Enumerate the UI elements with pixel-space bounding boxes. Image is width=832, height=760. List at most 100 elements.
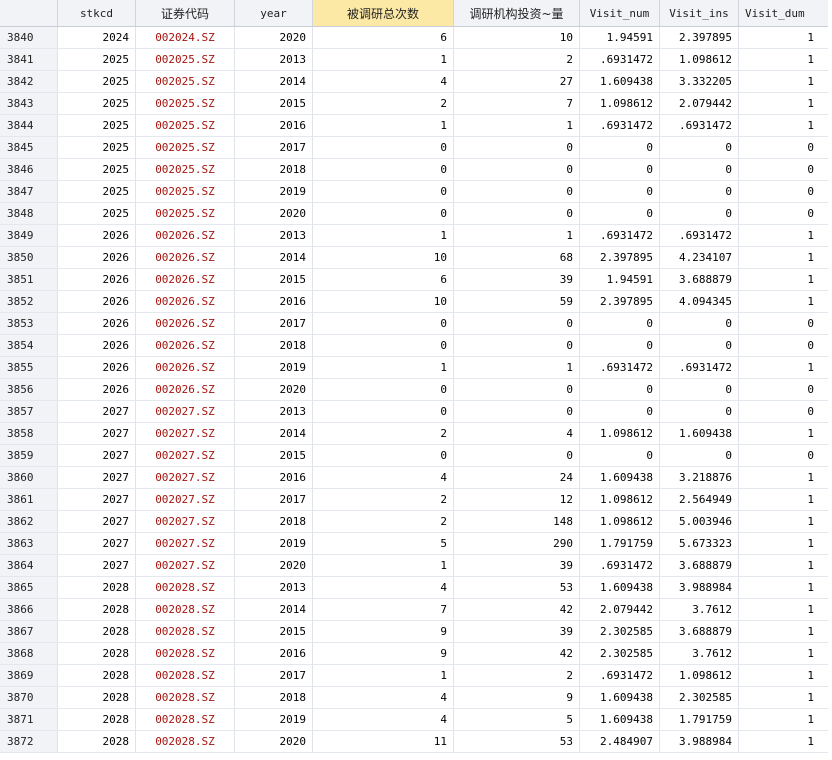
cell-num[interactable]: .6931472 bbox=[580, 357, 660, 378]
cell-ins[interactable]: 2.079442 bbox=[660, 93, 739, 114]
cell-ins[interactable]: 2.302585 bbox=[660, 687, 739, 708]
table-row[interactable]: 3859 2027 002027.SZ 2015 0 0 0 0 0 bbox=[0, 445, 832, 467]
cell-code[interactable]: 002026.SZ bbox=[136, 269, 235, 290]
cell-dum[interactable]: 1 bbox=[739, 467, 832, 488]
cell-code[interactable]: 002025.SZ bbox=[136, 93, 235, 114]
cell-ins[interactable]: 3.988984 bbox=[660, 577, 739, 598]
cell-inv[interactable]: 1 bbox=[454, 115, 580, 136]
cell-year[interactable]: 2020 bbox=[235, 27, 313, 48]
cell-stkcd[interactable]: 2028 bbox=[58, 665, 136, 686]
cell-stkcd[interactable]: 2027 bbox=[58, 555, 136, 576]
cell-num[interactable]: .6931472 bbox=[580, 555, 660, 576]
cell-code[interactable]: 002027.SZ bbox=[136, 445, 235, 466]
cell-code[interactable]: 002026.SZ bbox=[136, 247, 235, 268]
cell-visit[interactable]: 4 bbox=[313, 709, 454, 730]
cell-stkcd[interactable]: 2026 bbox=[58, 247, 136, 268]
cell-dum[interactable]: 0 bbox=[739, 137, 832, 158]
cell-code[interactable]: 002027.SZ bbox=[136, 489, 235, 510]
cell-code[interactable]: 002024.SZ bbox=[136, 27, 235, 48]
cell-ins[interactable]: .6931472 bbox=[660, 225, 739, 246]
cell-visit[interactable]: 2 bbox=[313, 423, 454, 444]
cell-dum[interactable]: 1 bbox=[739, 93, 832, 114]
cell-num[interactable]: 1.098612 bbox=[580, 423, 660, 444]
cell-num[interactable]: 0 bbox=[580, 445, 660, 466]
cell-inv[interactable]: 1 bbox=[454, 357, 580, 378]
cell-code[interactable]: 002027.SZ bbox=[136, 423, 235, 444]
cell-visit[interactable]: 9 bbox=[313, 621, 454, 642]
cell-inv[interactable]: 53 bbox=[454, 731, 580, 752]
cell-visit[interactable]: 1 bbox=[313, 225, 454, 246]
cell-code[interactable]: 002028.SZ bbox=[136, 621, 235, 642]
cell-visit[interactable]: 1 bbox=[313, 555, 454, 576]
cell-stkcd[interactable]: 2028 bbox=[58, 687, 136, 708]
cell-dum[interactable]: 1 bbox=[739, 423, 832, 444]
cell-dum[interactable]: 1 bbox=[739, 71, 832, 92]
table-row[interactable]: 3864 2027 002027.SZ 2020 1 39.6931472 3.688879… bbox=[0, 555, 832, 577]
cell-year[interactable]: 2016 bbox=[235, 115, 313, 136]
cell-year[interactable]: 2020 bbox=[235, 555, 313, 576]
cell-inv[interactable]: 2 bbox=[454, 665, 580, 686]
table-row[interactable]: 3860 2027 002027.SZ 2016 4 24 1.609438 3.218876… bbox=[0, 467, 832, 489]
cell-year[interactable]: 2013 bbox=[235, 49, 313, 70]
cell-year[interactable]: 2015 bbox=[235, 269, 313, 290]
cell-stkcd[interactable]: 2026 bbox=[58, 313, 136, 334]
cell-code[interactable]: 002028.SZ bbox=[136, 643, 235, 664]
cell-inv[interactable]: 0 bbox=[454, 379, 580, 400]
cell-visit[interactable]: 0 bbox=[313, 181, 454, 202]
cell-code[interactable]: 002027.SZ bbox=[136, 533, 235, 554]
cell-inv[interactable]: 42 bbox=[454, 599, 580, 620]
column-header-stkcd[interactable]: stkcd bbox=[58, 0, 136, 26]
cell-ins[interactable]: 3.7612 bbox=[660, 643, 739, 664]
cell-code[interactable]: 002027.SZ bbox=[136, 401, 235, 422]
cell-year[interactable]: 2018 bbox=[235, 335, 313, 356]
column-header-visit[interactable]: 被调研总次数 bbox=[313, 0, 454, 26]
cell-num[interactable]: 0 bbox=[580, 401, 660, 422]
cell-stkcd[interactable]: 2028 bbox=[58, 709, 136, 730]
cell-num[interactable]: 1.609438 bbox=[580, 71, 660, 92]
cell-num[interactable]: 0 bbox=[580, 159, 660, 180]
cell-year[interactable]: 2015 bbox=[235, 621, 313, 642]
table-row[interactable]: 3866 2028 002028.SZ 2014 7 42 2.079442 3.7612 1 bbox=[0, 599, 832, 621]
cell-dum[interactable]: 1 bbox=[739, 599, 832, 620]
cell-num[interactable]: 1.098612 bbox=[580, 489, 660, 510]
cell-num[interactable]: 1.098612 bbox=[580, 511, 660, 532]
cell-num[interactable]: 0 bbox=[580, 137, 660, 158]
cell-year[interactable]: 2016 bbox=[235, 467, 313, 488]
cell-visit[interactable]: 0 bbox=[313, 313, 454, 334]
cell-visit[interactable]: 10 bbox=[313, 247, 454, 268]
cell-dum[interactable]: 1 bbox=[739, 621, 832, 642]
cell-num[interactable]: 2.079442 bbox=[580, 599, 660, 620]
cell-num[interactable]: 2.397895 bbox=[580, 247, 660, 268]
cell-year[interactable]: 2014 bbox=[235, 247, 313, 268]
cell-code[interactable]: 002026.SZ bbox=[136, 335, 235, 356]
cell-dum[interactable]: 1 bbox=[739, 225, 832, 246]
table-row[interactable]: 3843 2025 002025.SZ 2015 2 7 1.098612 2.079442 1 bbox=[0, 93, 832, 115]
cell-visit[interactable]: 0 bbox=[313, 379, 454, 400]
cell-code[interactable]: 002025.SZ bbox=[136, 49, 235, 70]
cell-dum[interactable]: 1 bbox=[739, 533, 832, 554]
cell-dum[interactable]: 0 bbox=[739, 203, 832, 224]
cell-stkcd[interactable]: 2026 bbox=[58, 269, 136, 290]
cell-code[interactable]: 002028.SZ bbox=[136, 731, 235, 752]
table-row[interactable]: 3858 2027 002027.SZ 2014 2 4 1.098612 1.609438 1 bbox=[0, 423, 832, 445]
table-row[interactable]: 3849 2026 002026.SZ 2013 1 1.6931472.6931472 1 bbox=[0, 225, 832, 247]
cell-inv[interactable]: 39 bbox=[454, 555, 580, 576]
cell-ins[interactable]: .6931472 bbox=[660, 115, 739, 136]
cell-stkcd[interactable]: 2026 bbox=[58, 335, 136, 356]
cell-visit[interactable]: 4 bbox=[313, 577, 454, 598]
cell-year[interactable]: 2017 bbox=[235, 313, 313, 334]
cell-num[interactable]: 2.397895 bbox=[580, 291, 660, 312]
cell-ins[interactable]: 0 bbox=[660, 313, 739, 334]
cell-stkcd[interactable]: 2026 bbox=[58, 291, 136, 312]
cell-code[interactable]: 002028.SZ bbox=[136, 577, 235, 598]
cell-stkcd[interactable]: 2026 bbox=[58, 357, 136, 378]
cell-code[interactable]: 002025.SZ bbox=[136, 137, 235, 158]
table-row[interactable]: 3855 2026 002026.SZ 2019 1 1.6931472.6931472 1 bbox=[0, 357, 832, 379]
column-header-num[interactable]: Visit_num bbox=[580, 0, 660, 26]
cell-num[interactable]: 2.302585 bbox=[580, 643, 660, 664]
cell-num[interactable]: 1.609438 bbox=[580, 467, 660, 488]
cell-inv[interactable]: 9 bbox=[454, 687, 580, 708]
table-row[interactable]: 3850 2026 002026.SZ 2014 10 68 2.397895 4.23410… bbox=[0, 247, 832, 269]
cell-num[interactable]: 0 bbox=[580, 313, 660, 334]
table-row[interactable]: 3865 2028 002028.SZ 2013 4 53 1.609438 3.988984… bbox=[0, 577, 832, 599]
